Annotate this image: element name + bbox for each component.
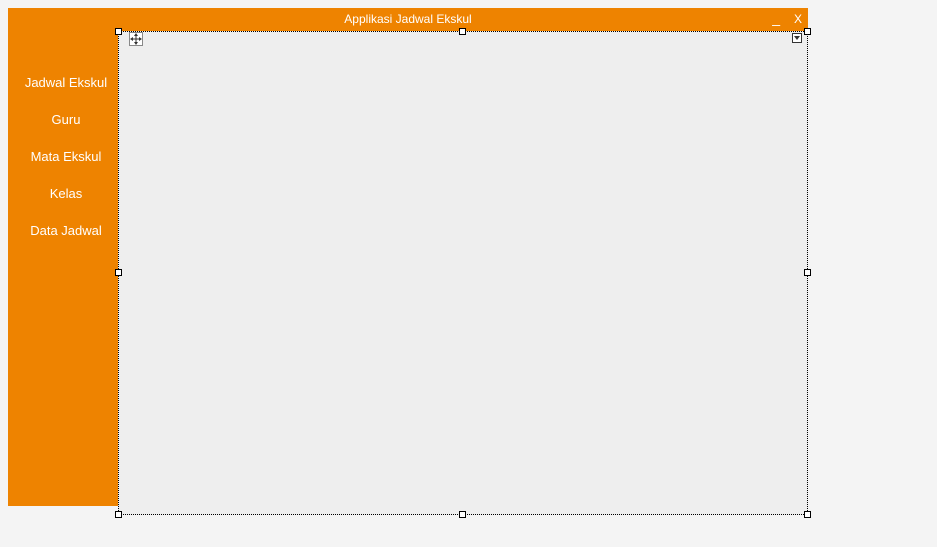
sidebar-item-label: Data Jadwal (30, 223, 102, 238)
sidebar-item-data-jadwal[interactable]: Data Jadwal (8, 212, 124, 249)
sidebar: Jadwal Ekskul Guru Mata Ekskul Kelas Dat… (8, 30, 124, 506)
titlebar[interactable]: Applikasi Jadwal Ekskul _ X (8, 8, 808, 30)
main-window: Applikasi Jadwal Ekskul _ X Jadwal Eksku… (8, 8, 808, 506)
close-button[interactable]: X (794, 13, 802, 25)
window-title: Applikasi Jadwal Ekskul (344, 12, 471, 26)
sidebar-item-jadwal-ekskul[interactable]: Jadwal Ekskul (8, 64, 124, 101)
resize-handle-sw[interactable] (115, 511, 122, 518)
sidebar-item-guru[interactable]: Guru (8, 101, 124, 138)
resize-handle-s[interactable] (459, 511, 466, 518)
resize-handle-se[interactable] (804, 511, 811, 518)
minimize-button[interactable]: _ (772, 11, 780, 27)
content-area (124, 30, 808, 506)
sidebar-item-kelas[interactable]: Kelas (8, 175, 124, 212)
window-body: Jadwal Ekskul Guru Mata Ekskul Kelas Dat… (8, 30, 808, 506)
titlebar-buttons: _ X (772, 8, 802, 30)
sidebar-item-mata-ekskul[interactable]: Mata Ekskul (8, 138, 124, 175)
sidebar-item-label: Jadwal Ekskul (25, 75, 107, 90)
sidebar-item-label: Kelas (50, 186, 83, 201)
sidebar-item-label: Guru (52, 112, 81, 127)
sidebar-item-label: Mata Ekskul (31, 149, 102, 164)
